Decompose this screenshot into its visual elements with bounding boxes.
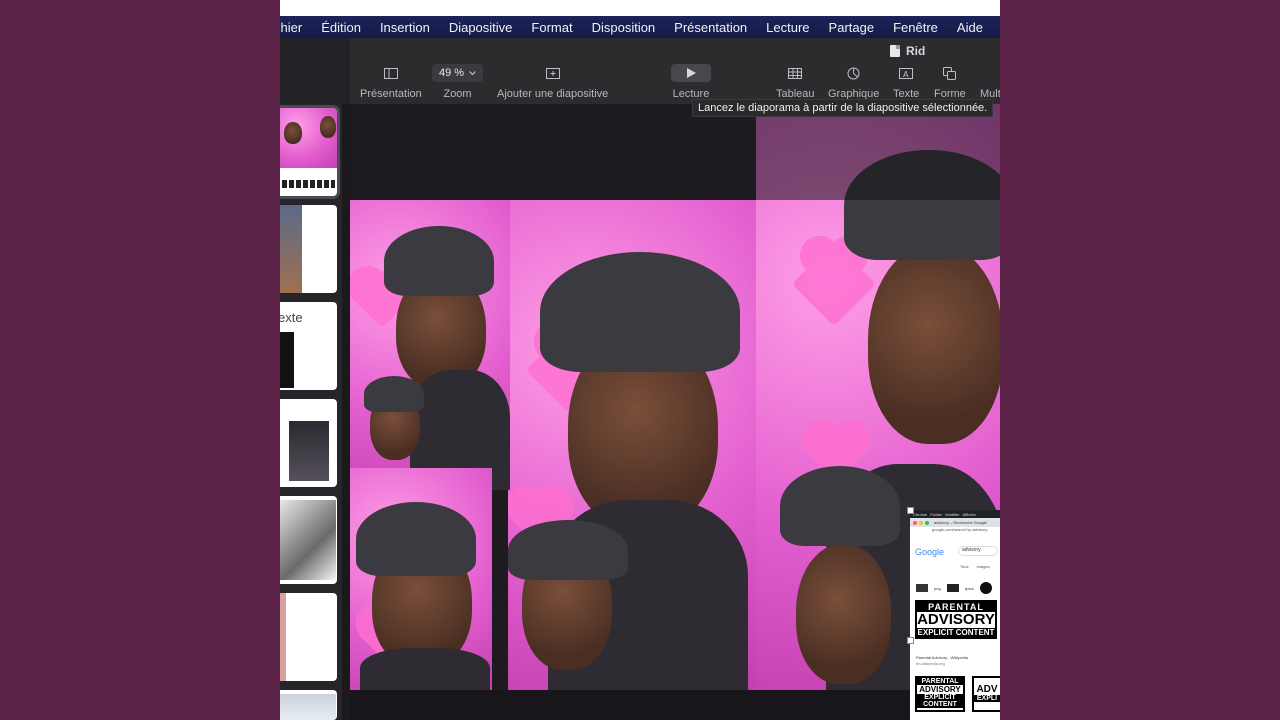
play-button[interactable]: Lecture xyxy=(671,64,711,100)
slide-thumbnail-2[interactable] xyxy=(280,205,337,293)
thumb-image xyxy=(280,205,302,293)
embedded-search: advisory xyxy=(958,546,998,556)
svg-text:A: A xyxy=(903,70,909,79)
parental-advisory-logo-small: PARENTAL ADVISORY EXPLICIT CONTENT xyxy=(915,676,965,712)
image-cap xyxy=(540,252,740,372)
add-slide-icon xyxy=(545,64,560,82)
chart-button[interactable]: Graphique xyxy=(828,64,879,100)
embedded-chips: Tous Images xyxy=(960,564,990,569)
slide-image-left-bottom[interactable] xyxy=(350,468,492,690)
app-window: chier Édition Insertion Diapositive Form… xyxy=(280,0,1000,720)
embedded-related: png lyrics xyxy=(916,582,1000,594)
shape-button[interactable]: Forme xyxy=(934,64,966,100)
thumb-face xyxy=(284,122,302,144)
toolbar-left-strip xyxy=(280,38,350,104)
menu-aide[interactable]: Aide xyxy=(957,20,983,35)
text-button[interactable]: A Texte xyxy=(893,64,919,100)
document-title: Rid xyxy=(890,44,925,58)
table-button[interactable]: Tableau xyxy=(776,64,815,100)
image-cap xyxy=(356,502,476,576)
menu-fichier[interactable]: chier xyxy=(280,20,302,35)
sidebar-separator xyxy=(342,104,350,720)
thumb-image xyxy=(280,593,286,681)
add-slide-label: Ajouter une diapositive xyxy=(497,88,609,100)
thumb-image xyxy=(280,332,294,388)
menu-disposition[interactable]: Disposition xyxy=(592,20,656,35)
menu-lecture[interactable]: Lecture xyxy=(766,20,809,35)
table-icon xyxy=(788,64,803,82)
menu-presentation[interactable]: Présentation xyxy=(674,20,747,35)
embedded-result-domain: en.wikipedia.org xyxy=(916,661,945,666)
thumb-strip xyxy=(280,168,337,196)
thumb-image xyxy=(280,694,336,720)
slide-thumbnail-6[interactable] xyxy=(280,593,337,681)
image-overflow-shade xyxy=(756,104,1000,200)
canvas-bottom-shade xyxy=(350,690,1000,720)
image-cap xyxy=(384,226,494,296)
zoom-value: 49 % xyxy=(439,67,465,79)
slide-thumbnail-3[interactable]: exte xyxy=(280,302,337,390)
media-button[interactable]: Mult xyxy=(980,64,1000,100)
menu-edition[interactable]: Édition xyxy=(321,20,361,35)
document-icon xyxy=(890,45,900,57)
presentation-button[interactable]: Présentation xyxy=(360,64,422,100)
zoom-control[interactable]: 49 % Zoom xyxy=(432,64,484,100)
zoom-label: Zoom xyxy=(443,88,472,100)
embedded-result-caption: Parental Advisory - Wikipedia xyxy=(916,655,969,660)
menu-partage[interactable]: Partage xyxy=(829,20,875,35)
play-tooltip: Lancez le diaporama à partir de la diapo… xyxy=(692,99,994,117)
parental-advisory-logo-small-2: ADV EXPLI xyxy=(972,676,1000,712)
thumb-face xyxy=(320,116,336,138)
zoom-select[interactable]: 49 % xyxy=(432,64,484,82)
selection-handle[interactable] xyxy=(907,507,914,514)
menu-insertion[interactable]: Insertion xyxy=(380,20,430,35)
shape-icon xyxy=(942,64,957,82)
slide-thumbnail-4[interactable] xyxy=(280,399,337,487)
play-icon xyxy=(671,64,711,82)
sidebar-view-icon xyxy=(383,64,398,82)
text-icon: A xyxy=(899,64,914,82)
top-bar xyxy=(280,0,1000,16)
slide-image-left-top[interactable] xyxy=(350,200,510,490)
parental-advisory-logo: PARENTAL ADVISORY EXPLICIT CONTENT xyxy=(915,600,997,639)
add-slide-button[interactable]: Ajouter une diapositive xyxy=(497,64,608,100)
embedded-tabbar: advisory – Recherche Google xyxy=(910,518,1000,527)
chart-icon xyxy=(847,64,860,82)
chevron-down-icon xyxy=(469,67,476,79)
document-title-text: Rid xyxy=(906,44,926,58)
selection-handle[interactable] xyxy=(907,637,914,644)
slide-thumbnail-7[interactable] xyxy=(280,690,337,720)
thumb-image xyxy=(289,421,329,481)
menu-fenetre[interactable]: Fenêtre xyxy=(893,20,938,35)
embedded-menubar: Chrome Fichier Modifier Afficher xyxy=(910,510,1000,518)
slide-thumbnail-1[interactable] xyxy=(280,105,340,199)
menu-format[interactable]: Format xyxy=(531,20,572,35)
presentation-label: Présentation xyxy=(360,88,422,100)
slide-thumbnail-5[interactable] xyxy=(280,496,337,584)
thumb-image xyxy=(280,500,336,580)
slide-image-center[interactable] xyxy=(508,200,756,690)
image-hoodie xyxy=(360,648,490,690)
menu-bar: chier Édition Insertion Diapositive Form… xyxy=(280,16,1000,38)
embedded-url: google.com/search?q=advisory xyxy=(910,527,1000,535)
image-face xyxy=(868,244,1000,444)
menu-diapositive[interactable]: Diapositive xyxy=(449,20,513,35)
thumb-text: exte xyxy=(280,310,303,325)
